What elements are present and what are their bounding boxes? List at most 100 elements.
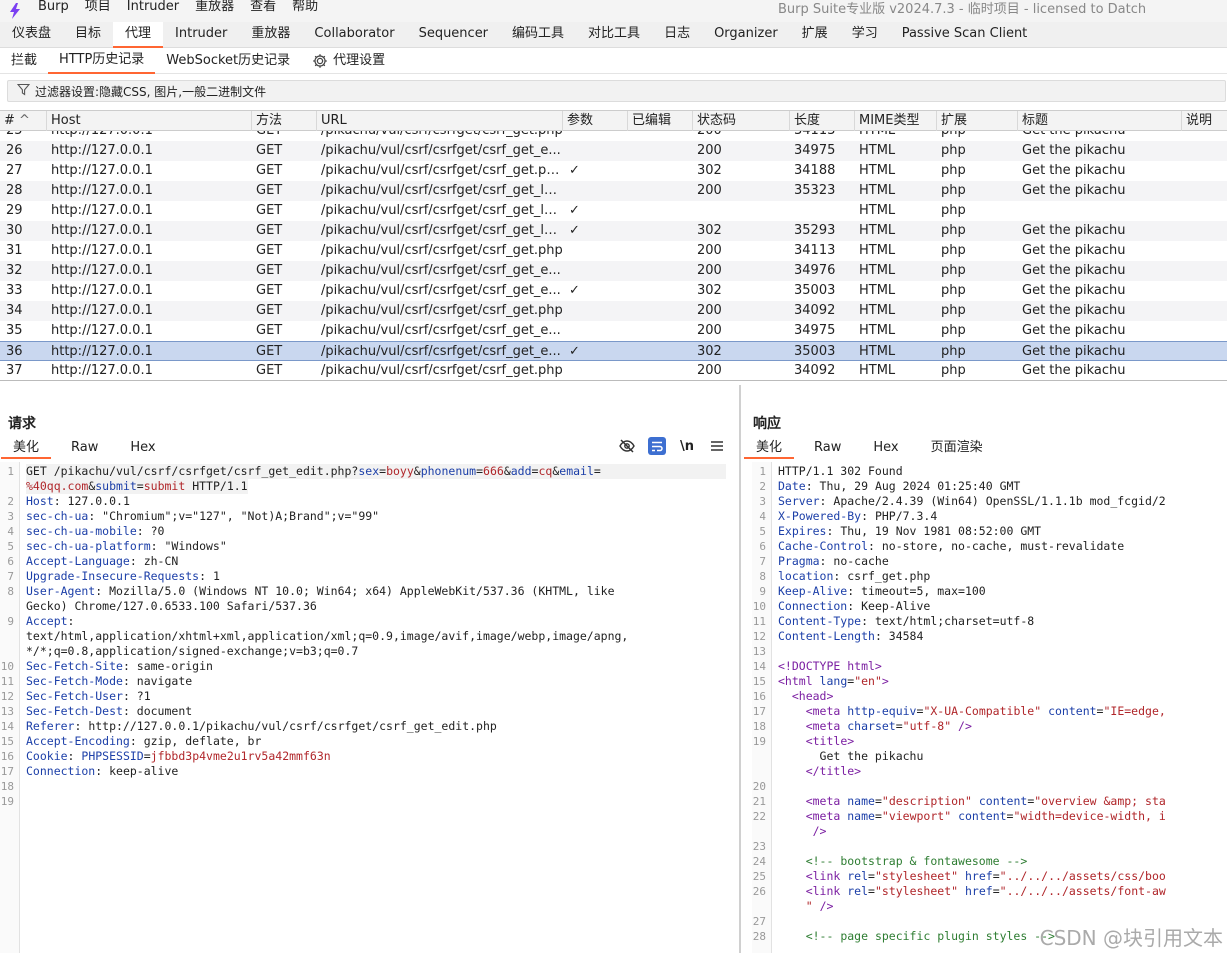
response-view-tabs: 美化 Raw Hex 页面渲染 <box>744 437 995 459</box>
row-length: 34188 <box>794 163 836 178</box>
menu-repeater[interactable]: 重放器 <box>187 0 242 18</box>
response-tab-pretty[interactable]: 美化 <box>744 437 795 459</box>
row-status: 200 <box>697 323 722 338</box>
tab-intercept[interactable]: 拦截 <box>0 48 48 74</box>
col-url[interactable]: URL <box>317 111 563 131</box>
row-title: Get the pikachu <box>1022 243 1126 258</box>
code-line: " /> <box>805 899 834 913</box>
tab-collaborator[interactable]: Collaborator <box>302 22 406 48</box>
newline-icon[interactable]: \n <box>678 437 696 455</box>
response-tab-raw[interactable]: Raw <box>802 437 853 459</box>
tab-proxy[interactable]: 代理 <box>113 22 164 48</box>
response-editor[interactable]: 1 HTTP/1.1 302 Found 2 Date: Thu, 29 Aug 20… <box>752 462 1227 953</box>
request-tab-hex[interactable]: Hex <box>118 437 167 459</box>
row-method: GET <box>256 344 283 359</box>
row-status: 200 <box>697 363 722 378</box>
col-extension[interactable]: 扩展 <box>937 111 1018 131</box>
table-row[interactable]: 29 http://127.0.0.1 GET/pikachu/vul/csrf/c… <box>0 201 1227 221</box>
row-params <box>563 141 628 161</box>
row-title: Get the pikachu <box>1022 223 1126 238</box>
code-line: Pragma: no-cache <box>778 554 889 568</box>
tab-extensions[interactable]: 扩展 <box>790 22 840 48</box>
row-title: Get the pikachu <box>1022 263 1126 278</box>
tab-logger[interactable]: 日志 <box>652 22 702 48</box>
filter-bar[interactable]: 过滤器设置:隐藏CSS, 图片,一般二进制文件 <box>7 80 1226 102</box>
col-status[interactable]: 状态码 <box>693 111 790 131</box>
menu-burp[interactable]: Burp <box>30 0 77 18</box>
row-edited <box>628 301 693 321</box>
code-line: Date: Thu, 29 Aug 2024 01:25:40 GMT <box>778 479 1021 493</box>
tab-repeater[interactable]: 重放器 <box>239 22 302 48</box>
row-url: /pikachu/vul/csrf/csrfget/csrf_get_lo... <box>321 203 563 218</box>
col-params[interactable]: 参数 <box>563 111 628 131</box>
response-tab-hex[interactable]: Hex <box>861 437 910 459</box>
col-method[interactable]: 方法 <box>252 111 317 131</box>
menu-help[interactable]: 帮助 <box>284 0 326 18</box>
row-length: 35323 <box>794 183 836 198</box>
burp-logo-icon <box>0 0 30 22</box>
response-tab-render[interactable]: 页面渲染 <box>919 437 995 459</box>
menu-intruder[interactable]: Intruder <box>119 0 187 18</box>
table-row[interactable]: 26 http://127.0.0.1 GET/pikachu/vul/csrf/c… <box>0 141 1227 161</box>
wrap-lines-icon[interactable] <box>648 437 666 455</box>
tab-passive-scan-client[interactable]: Passive Scan Client <box>890 22 1040 48</box>
eye-slash-icon[interactable] <box>618 437 636 455</box>
tab-comparer[interactable]: 对比工具 <box>576 22 652 48</box>
col-mime[interactable]: MIME类型 <box>855 111 937 131</box>
request-tab-pretty[interactable]: 美化 <box>1 437 52 459</box>
request-tab-raw[interactable]: Raw <box>59 437 110 459</box>
row-number: 27 <box>6 163 23 178</box>
col-number[interactable]: # ^ <box>0 111 47 131</box>
line-number: 16 <box>0 750 14 763</box>
table-row[interactable]: 34 http://127.0.0.1 GET/pikachu/vul/csrf/c… <box>0 301 1227 321</box>
menu-view[interactable]: 查看 <box>242 0 284 18</box>
table-row[interactable]: 28 http://127.0.0.1 GET/pikachu/vul/csrf/c… <box>0 181 1227 201</box>
table-row[interactable]: 30 http://127.0.0.1 GET/pikachu/vul/csrf/c… <box>0 221 1227 241</box>
tab-proxy-settings[interactable]: 代理设置 <box>301 48 396 74</box>
row-mime: HTML <box>859 363 896 378</box>
table-row[interactable]: 36 http://127.0.0.1 GET/pikachu/vul/csrf/c… <box>0 341 1227 361</box>
tab-organizer[interactable]: Organizer <box>702 22 790 48</box>
col-length[interactable]: 长度 <box>790 111 855 131</box>
menu-project[interactable]: 项目 <box>77 0 119 18</box>
code-line: <!DOCTYPE html> <box>778 659 882 673</box>
code-line: Gecko) Chrome/127.0.6533.100 Safari/537.… <box>26 599 317 613</box>
tab-dashboard[interactable]: 仪表盘 <box>0 22 63 48</box>
row-edited <box>628 342 693 362</box>
tab-decoder[interactable]: 编码工具 <box>500 22 576 48</box>
code-line: Expires: Thu, 19 Nov 1981 08:52:00 GMT <box>778 524 1042 538</box>
http-history-table: # ^ Host 方法 URL 参数 已编辑 状态码 长度 MIME类型 扩展 … <box>0 110 1227 381</box>
pane-splitter[interactable] <box>739 385 741 953</box>
table-row[interactable]: 32 http://127.0.0.1 GET/pikachu/vul/csrf/c… <box>0 261 1227 281</box>
col-edited[interactable]: 已编辑 <box>628 111 693 131</box>
table-row[interactable]: 37 http://127.0.0.1 GET/pikachu/vul/csrf/c… <box>0 361 1227 380</box>
col-host[interactable]: Host <box>47 111 252 131</box>
request-editor[interactable]: 1 GET /pikachu/vul/csrf/csrfget/csrf_get_… <box>0 462 738 953</box>
line-number: 20 <box>752 780 766 793</box>
tab-target[interactable]: 目标 <box>63 22 113 48</box>
tab-sequencer[interactable]: Sequencer <box>407 22 500 48</box>
row-mime: HTML <box>859 203 896 218</box>
code-line: <link rel="stylesheet" href="../../../as… <box>805 869 1166 883</box>
tab-intruder[interactable]: Intruder <box>163 22 239 48</box>
row-status: 200 <box>697 243 722 258</box>
col-title[interactable]: 标题 <box>1018 111 1182 131</box>
row-extension: php <box>941 243 966 258</box>
row-url: /pikachu/vul/csrf/csrfget/csrf_get_e... <box>321 323 561 338</box>
line-number: 5 <box>7 540 14 553</box>
table-row[interactable]: 31 http://127.0.0.1 GET/pikachu/vul/csrf/c… <box>0 241 1227 261</box>
table-row[interactable]: 35 http://127.0.0.1 GET/pikachu/vul/csrf/c… <box>0 321 1227 341</box>
line-number: 5 <box>759 525 766 538</box>
line-number: 10 <box>0 660 14 673</box>
row-title: Get the pikachu <box>1022 363 1126 378</box>
col-comment[interactable]: 说明 <box>1182 111 1227 131</box>
table-row[interactable]: 27 http://127.0.0.1 GET/pikachu/vul/csrf/c… <box>0 161 1227 181</box>
menu-icon[interactable] <box>708 437 726 455</box>
request-view-tabs: 美化 Raw Hex <box>1 437 168 459</box>
tab-websocket-history[interactable]: WebSocket历史记录 <box>155 48 301 74</box>
table-row[interactable]: 33 http://127.0.0.1 GET/pikachu/vul/csrf/c… <box>0 281 1227 301</box>
tab-learn[interactable]: 学习 <box>840 22 890 48</box>
tab-http-history[interactable]: HTTP历史记录 <box>48 48 156 74</box>
code-line: <meta http-equiv="X-UA-Compatible" conte… <box>805 704 1166 718</box>
code-line: sec-ch-ua-platform: "Windows" <box>26 539 227 553</box>
